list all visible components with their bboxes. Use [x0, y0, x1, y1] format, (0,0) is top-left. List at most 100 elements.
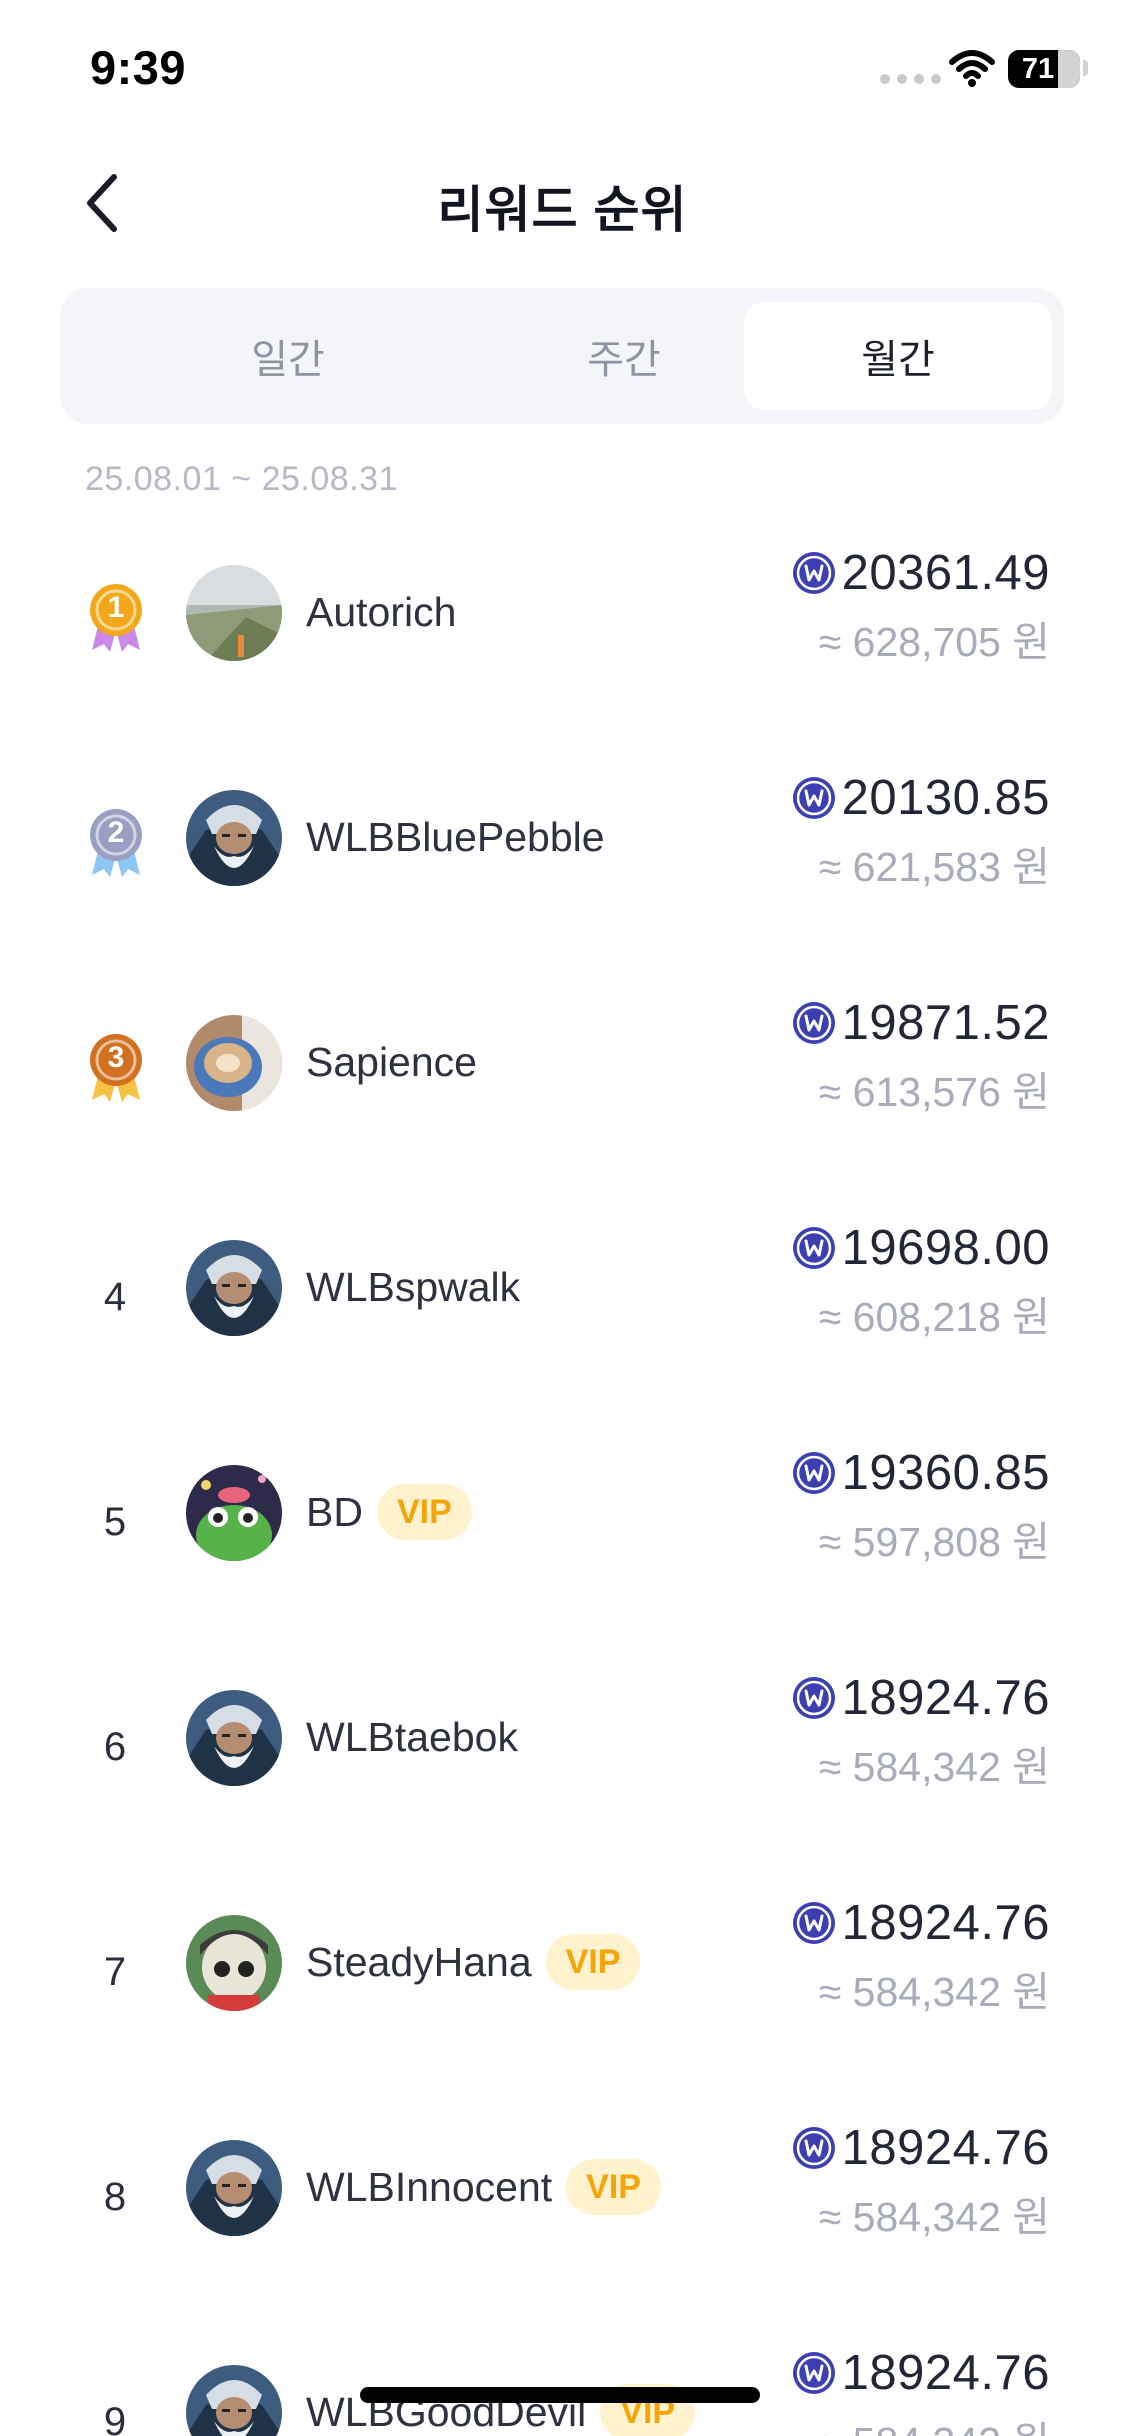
ranking-row[interactable]: 5 BD VIP 19360.85 ≈ 597,808 원	[0, 1420, 1125, 1645]
krw-equivalent: ≈ 613,576 원	[818, 1069, 1050, 1115]
bronze-medal-icon: 3	[88, 1032, 144, 1104]
ranking-row[interactable]: 4 WLBspwalk 19698.00 ≈ 608,218 원	[0, 1195, 1125, 1420]
reward-amount: 20361.49	[841, 546, 1050, 600]
avatar[interactable]	[186, 1465, 282, 1561]
krw-equivalent: ≈ 584,342 원	[818, 2194, 1050, 2240]
silver-medal-icon: 2	[88, 807, 144, 879]
rank-number: 6	[103, 1725, 127, 1769]
username: WLBInnocent	[306, 2163, 553, 2210]
reward-amount: 20130.85	[841, 771, 1050, 825]
avatar[interactable]	[186, 2365, 282, 2436]
coin-icon	[792, 2127, 835, 2169]
reward-amount: 18924.76	[841, 1671, 1050, 1725]
tab-daily[interactable]: 일간	[134, 302, 442, 410]
battery-tip	[1083, 60, 1088, 76]
coin-icon	[792, 1902, 835, 1944]
avatar[interactable]	[186, 790, 282, 886]
battery-icon: 71	[1008, 50, 1080, 88]
avatar[interactable]	[186, 1240, 282, 1336]
battery-level: 71	[1021, 53, 1055, 85]
rank-number: 8	[103, 2175, 127, 2219]
ranking-row[interactable]: 7 SteadyHana VIP 18924.76 ≈ 584,342 원	[0, 1870, 1125, 2095]
period-tabs: 일간 주간 월간	[60, 288, 1064, 424]
reward-amount: 19871.52	[841, 996, 1050, 1050]
krw-equivalent: ≈ 584,342 원	[818, 1744, 1050, 1790]
coin-icon	[792, 1677, 835, 1719]
ranking-row[interactable]: 2 WLBBluePebble 20130.85 ≈ 621,583 원	[0, 745, 1125, 970]
coin-icon	[792, 777, 835, 819]
medal-rank-number: 2	[107, 816, 125, 849]
medal-rank-number: 3	[107, 1041, 125, 1074]
user-name-group: Sapience	[306, 1030, 477, 1094]
krw-equivalent: ≈ 584,342 원	[818, 1969, 1050, 2015]
tab-weekly[interactable]: 주간	[470, 302, 778, 410]
reward-amount-group: 18924.76	[792, 2338, 1050, 2408]
coin-icon	[792, 2352, 835, 2394]
rank-number: 9	[103, 2400, 127, 2436]
reward-amount-group: 20130.85	[792, 763, 1050, 833]
coin-icon	[792, 1002, 835, 1044]
status-bar: 9:39 71	[0, 0, 1125, 140]
user-name-group: WLBInnocent VIP	[306, 2155, 661, 2219]
vip-badge: VIP	[545, 1934, 641, 1990]
username: WLBBluePebble	[306, 813, 605, 860]
username: Autorich	[306, 588, 457, 635]
user-name-group: WLBtaebok	[306, 1705, 518, 1769]
user-name-group: WLBBluePebble	[306, 805, 605, 869]
user-name-group: BD VIP	[306, 1480, 472, 1544]
reward-amount: 18924.76	[841, 1896, 1050, 1950]
header: 리워드 순위	[0, 140, 1125, 260]
page-title: 리워드 순위	[437, 182, 688, 238]
avatar[interactable]	[186, 2140, 282, 2236]
username: Sapience	[306, 1038, 477, 1085]
username: BD	[306, 1488, 363, 1535]
coin-icon	[792, 1452, 835, 1494]
reward-amount: 19698.00	[841, 1221, 1050, 1275]
ranking-row[interactable]: 6 WLBtaebok 18924.76 ≈ 584,342 원	[0, 1645, 1125, 1870]
user-name-group: Autorich	[306, 580, 456, 644]
medal-rank-number: 1	[107, 591, 125, 624]
gold-medal-icon: 1	[88, 582, 144, 654]
coin-icon	[792, 552, 835, 594]
vip-badge: VIP	[566, 2159, 661, 2215]
rank-number: 4	[103, 1275, 127, 1319]
krw-equivalent: ≈ 621,583 원	[818, 844, 1050, 890]
reward-amount-group: 20361.49	[792, 538, 1050, 608]
vip-badge: VIP	[376, 1484, 472, 1540]
reward-amount-group: 18924.76	[792, 2113, 1050, 2183]
reward-amount: 18924.76	[841, 2121, 1050, 2175]
date-range: 25.08.01 ~ 25.08.31	[85, 460, 398, 498]
username: WLBspwalk	[306, 1263, 521, 1310]
reward-amount: 19360.85	[841, 1446, 1050, 1500]
reward-amount-group: 19871.52	[792, 988, 1050, 1058]
ranking-row[interactable]: 8 WLBInnocent VIP 18924.76 ≈ 584,342 원	[0, 2095, 1125, 2320]
user-name-group: WLBspwalk	[306, 1255, 520, 1319]
krw-equivalent: ≈ 628,705 원	[818, 619, 1050, 665]
coin-icon	[792, 1227, 835, 1269]
reward-amount: 18924.76	[841, 2346, 1050, 2400]
reward-amount-group: 18924.76	[792, 1663, 1050, 1733]
cellular-signal-icon	[880, 74, 941, 84]
ranking-row[interactable]: 3 Sapience 19871.52 ≈ 613,576 원	[0, 970, 1125, 1195]
ranking-row[interactable]: 9 WLBGoodDevil VIP 18924.76 ≈ 584,342 원	[0, 2320, 1125, 2436]
avatar[interactable]	[186, 1915, 282, 2011]
wifi-icon	[949, 50, 995, 87]
avatar[interactable]	[186, 1690, 282, 1786]
screen: 9:39 71 리워드 순위 일간 주간 월간 25.08.01 ~ 25.08…	[0, 0, 1125, 2436]
reward-amount-group: 19360.85	[792, 1438, 1050, 1508]
home-indicator	[360, 2387, 760, 2403]
avatar[interactable]	[186, 565, 282, 661]
status-time: 9:39	[90, 41, 187, 94]
rank-number: 5	[103, 1500, 127, 1544]
username: SteadyHana	[306, 1938, 532, 1985]
krw-equivalent: ≈ 608,218 원	[818, 1294, 1050, 1340]
krw-equivalent: ≈ 597,808 원	[818, 1519, 1050, 1565]
ranking-row[interactable]: 1 Autorich 20361.49 ≈ 628,705 원	[0, 520, 1125, 745]
rank-number: 7	[103, 1950, 127, 1994]
avatar[interactable]	[186, 1015, 282, 1111]
user-name-group: SteadyHana VIP	[306, 1930, 641, 1994]
reward-amount-group: 19698.00	[792, 1213, 1050, 1283]
username: WLBtaebok	[306, 1713, 518, 1760]
tab-monthly[interactable]: 월간	[744, 302, 1052, 410]
krw-equivalent: ≈ 584,342 원	[819, 2408, 1050, 2436]
